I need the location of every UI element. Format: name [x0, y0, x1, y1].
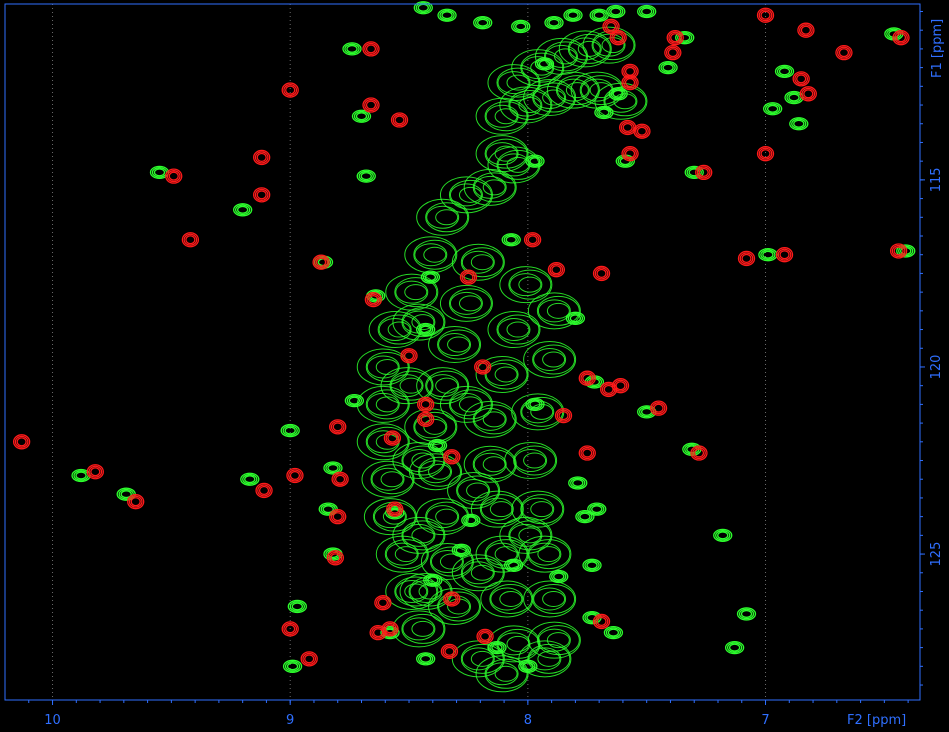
x-tick-label: 8 — [524, 713, 532, 728]
x-tick-label: 7 — [761, 713, 769, 728]
nmr-spectrum-plot[interactable]: 10 9 8 7 115 120 125 F2 [ppm] F1 [ppm] — [0, 0, 949, 732]
x-axis-label: F2 [ppm] — [847, 713, 906, 728]
y-axis-label: F1 [ppm] — [930, 19, 945, 78]
y-tick-label: 120 — [929, 355, 944, 380]
y-tick-label: 125 — [929, 542, 944, 567]
x-tick-label: 10 — [44, 713, 61, 728]
x-tick-label: 9 — [286, 713, 294, 728]
y-tick-label: 115 — [929, 167, 944, 192]
